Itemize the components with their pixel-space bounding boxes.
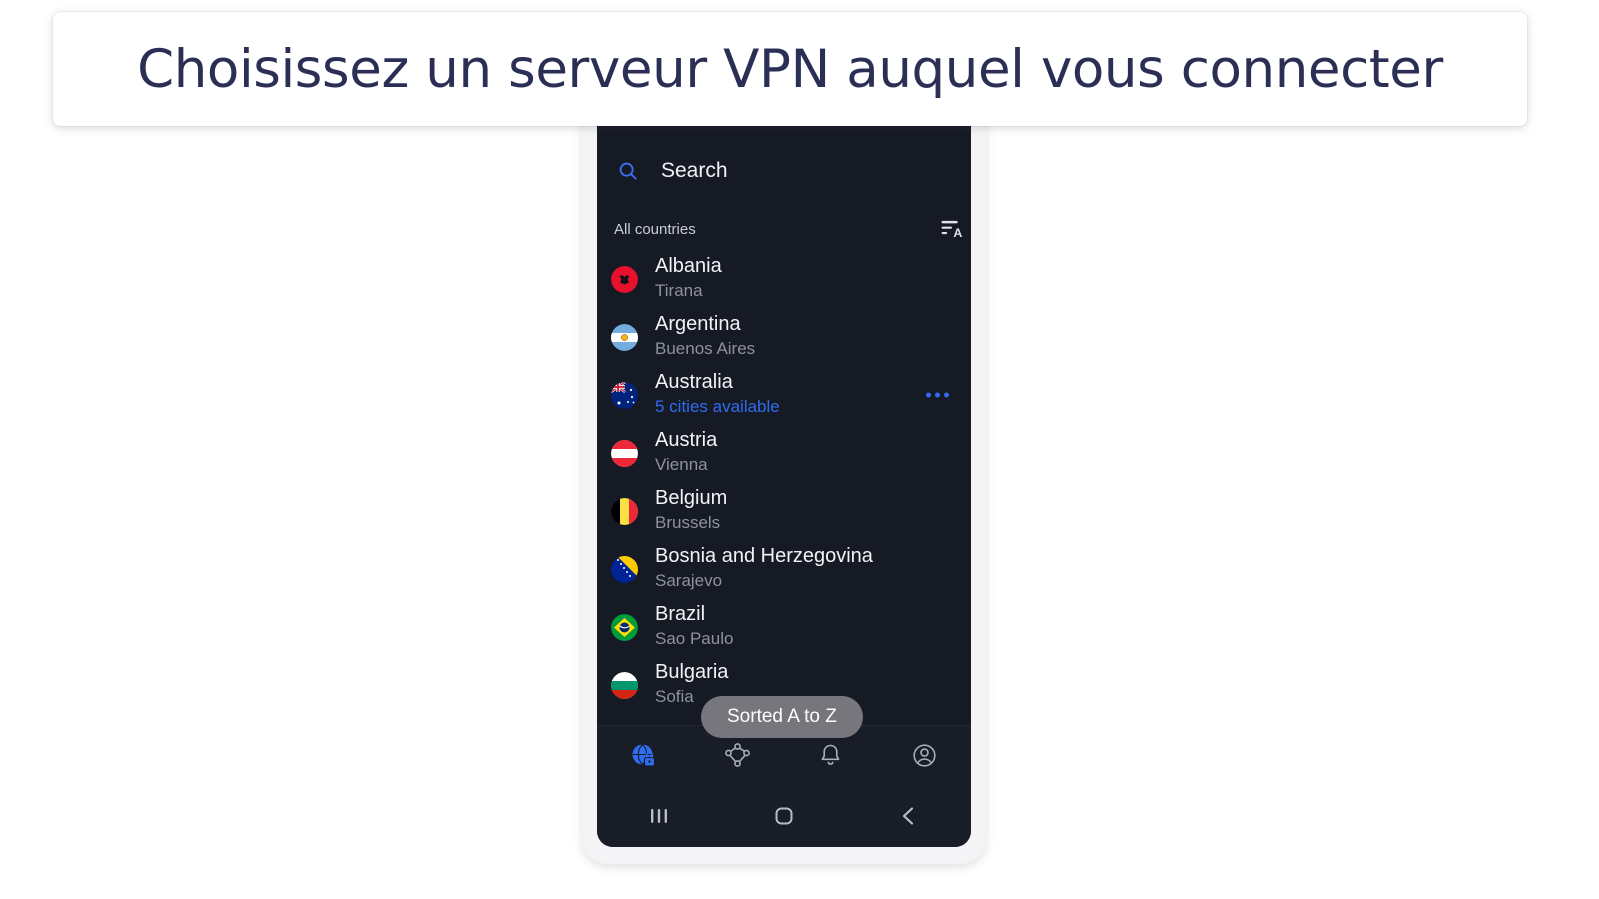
section-title: All countries bbox=[614, 220, 696, 238]
country-name: Bulgaria bbox=[655, 661, 729, 684]
home-icon bbox=[775, 807, 793, 825]
country-row-australia[interactable]: Australia 5 cities available bbox=[597, 366, 971, 424]
vpn-globe-lock-icon bbox=[632, 744, 656, 767]
country-row-austria[interactable]: Austria Vienna bbox=[597, 424, 971, 482]
country-name: Albania bbox=[655, 255, 722, 278]
nav-item-account[interactable] bbox=[878, 741, 972, 770]
search-bar[interactable]: Search bbox=[597, 144, 971, 198]
country-name: Brazil bbox=[655, 603, 706, 626]
flag-belgium-icon bbox=[611, 497, 638, 525]
country-row-belgium[interactable]: Belgium Brussels bbox=[597, 482, 971, 540]
flag-bosnia-icon bbox=[611, 555, 638, 583]
page-title: Choisissez un serveur VPN auquel vous co… bbox=[137, 38, 1443, 100]
flag-bulgaria-icon bbox=[611, 671, 638, 699]
country-name: Australia bbox=[655, 371, 733, 394]
country-texts: Australia 5 cities available bbox=[655, 371, 780, 418]
country-sub: 5 cities available bbox=[655, 397, 780, 417]
country-texts: Belgium Brussels bbox=[655, 487, 727, 534]
svg-text:A: A bbox=[953, 226, 962, 240]
nav-item-notifications[interactable] bbox=[784, 741, 878, 770]
nav-item-mesh-network[interactable] bbox=[691, 741, 785, 770]
all-countries-header: All countries A bbox=[597, 212, 971, 246]
bell-icon bbox=[821, 744, 840, 765]
flag-australia-icon bbox=[611, 381, 638, 409]
country-row-bosnia-and-herzegovina[interactable]: Bosnia and Herzegovina Sarajevo bbox=[597, 540, 971, 598]
country-sub: Tirana bbox=[655, 281, 703, 301]
country-list[interactable]: Albania Tirana Argentina Buenos Aires Au… bbox=[597, 250, 971, 756]
sys-nav-back[interactable] bbox=[846, 804, 971, 828]
phone-mockup: Specialty servers Search All countries A bbox=[582, 104, 986, 864]
country-name: Austria bbox=[655, 429, 718, 452]
flag-brazil-icon bbox=[611, 613, 638, 641]
mesh-network-icon bbox=[724, 743, 750, 767]
country-name: Belgium bbox=[655, 487, 728, 510]
nav-item-vpn[interactable] bbox=[597, 741, 691, 770]
flag-albania-icon bbox=[611, 265, 638, 293]
country-row-brazil[interactable]: Brazil Sao Paulo bbox=[597, 598, 971, 656]
flag-austria-icon bbox=[611, 439, 638, 467]
country-name: Argentina bbox=[655, 313, 741, 336]
country-name: Bosnia and Herzegovina bbox=[655, 545, 873, 568]
country-sub: Brussels bbox=[655, 513, 721, 533]
country-sub: Buenos Aires bbox=[655, 339, 756, 359]
country-sub: Vienna bbox=[655, 455, 708, 475]
android-system-nav[interactable] bbox=[597, 785, 971, 847]
flag-argentina-icon bbox=[611, 323, 638, 351]
title-banner: Choisissez un serveur VPN auquel vous co… bbox=[53, 12, 1527, 126]
country-texts: Bosnia and Herzegovina Sarajevo bbox=[655, 545, 873, 592]
toast-text: Sorted A to Z bbox=[727, 706, 837, 727]
account-icon bbox=[913, 744, 936, 767]
back-icon bbox=[902, 807, 913, 825]
search-input[interactable]: Search bbox=[661, 159, 728, 183]
country-sub: Sao Paulo bbox=[655, 629, 734, 649]
country-texts: Austria Vienna bbox=[655, 429, 717, 476]
sys-nav-recents[interactable] bbox=[597, 804, 722, 828]
country-row-albania[interactable]: Albania Tirana bbox=[597, 250, 971, 308]
country-texts: Argentina Buenos Aires bbox=[655, 313, 755, 360]
sys-nav-home[interactable] bbox=[722, 804, 847, 828]
row-overflow-menu-icon[interactable] bbox=[926, 392, 949, 398]
recents-icon bbox=[651, 809, 668, 823]
search-icon bbox=[619, 162, 637, 180]
screenshot-root: Choisissez un serveur VPN auquel vous co… bbox=[0, 0, 1599, 899]
sort-toast: Sorted A to Z bbox=[701, 696, 863, 738]
country-sub: Sarajevo bbox=[655, 571, 723, 591]
country-texts: Albania Tirana bbox=[655, 255, 722, 302]
country-texts: Brazil Sao Paulo bbox=[655, 603, 733, 650]
phone-screen: Specialty servers Search All countries A bbox=[597, 104, 971, 847]
country-row-argentina[interactable]: Argentina Buenos Aires bbox=[597, 308, 971, 366]
sort-alpha-icon[interactable]: A bbox=[940, 219, 964, 240]
